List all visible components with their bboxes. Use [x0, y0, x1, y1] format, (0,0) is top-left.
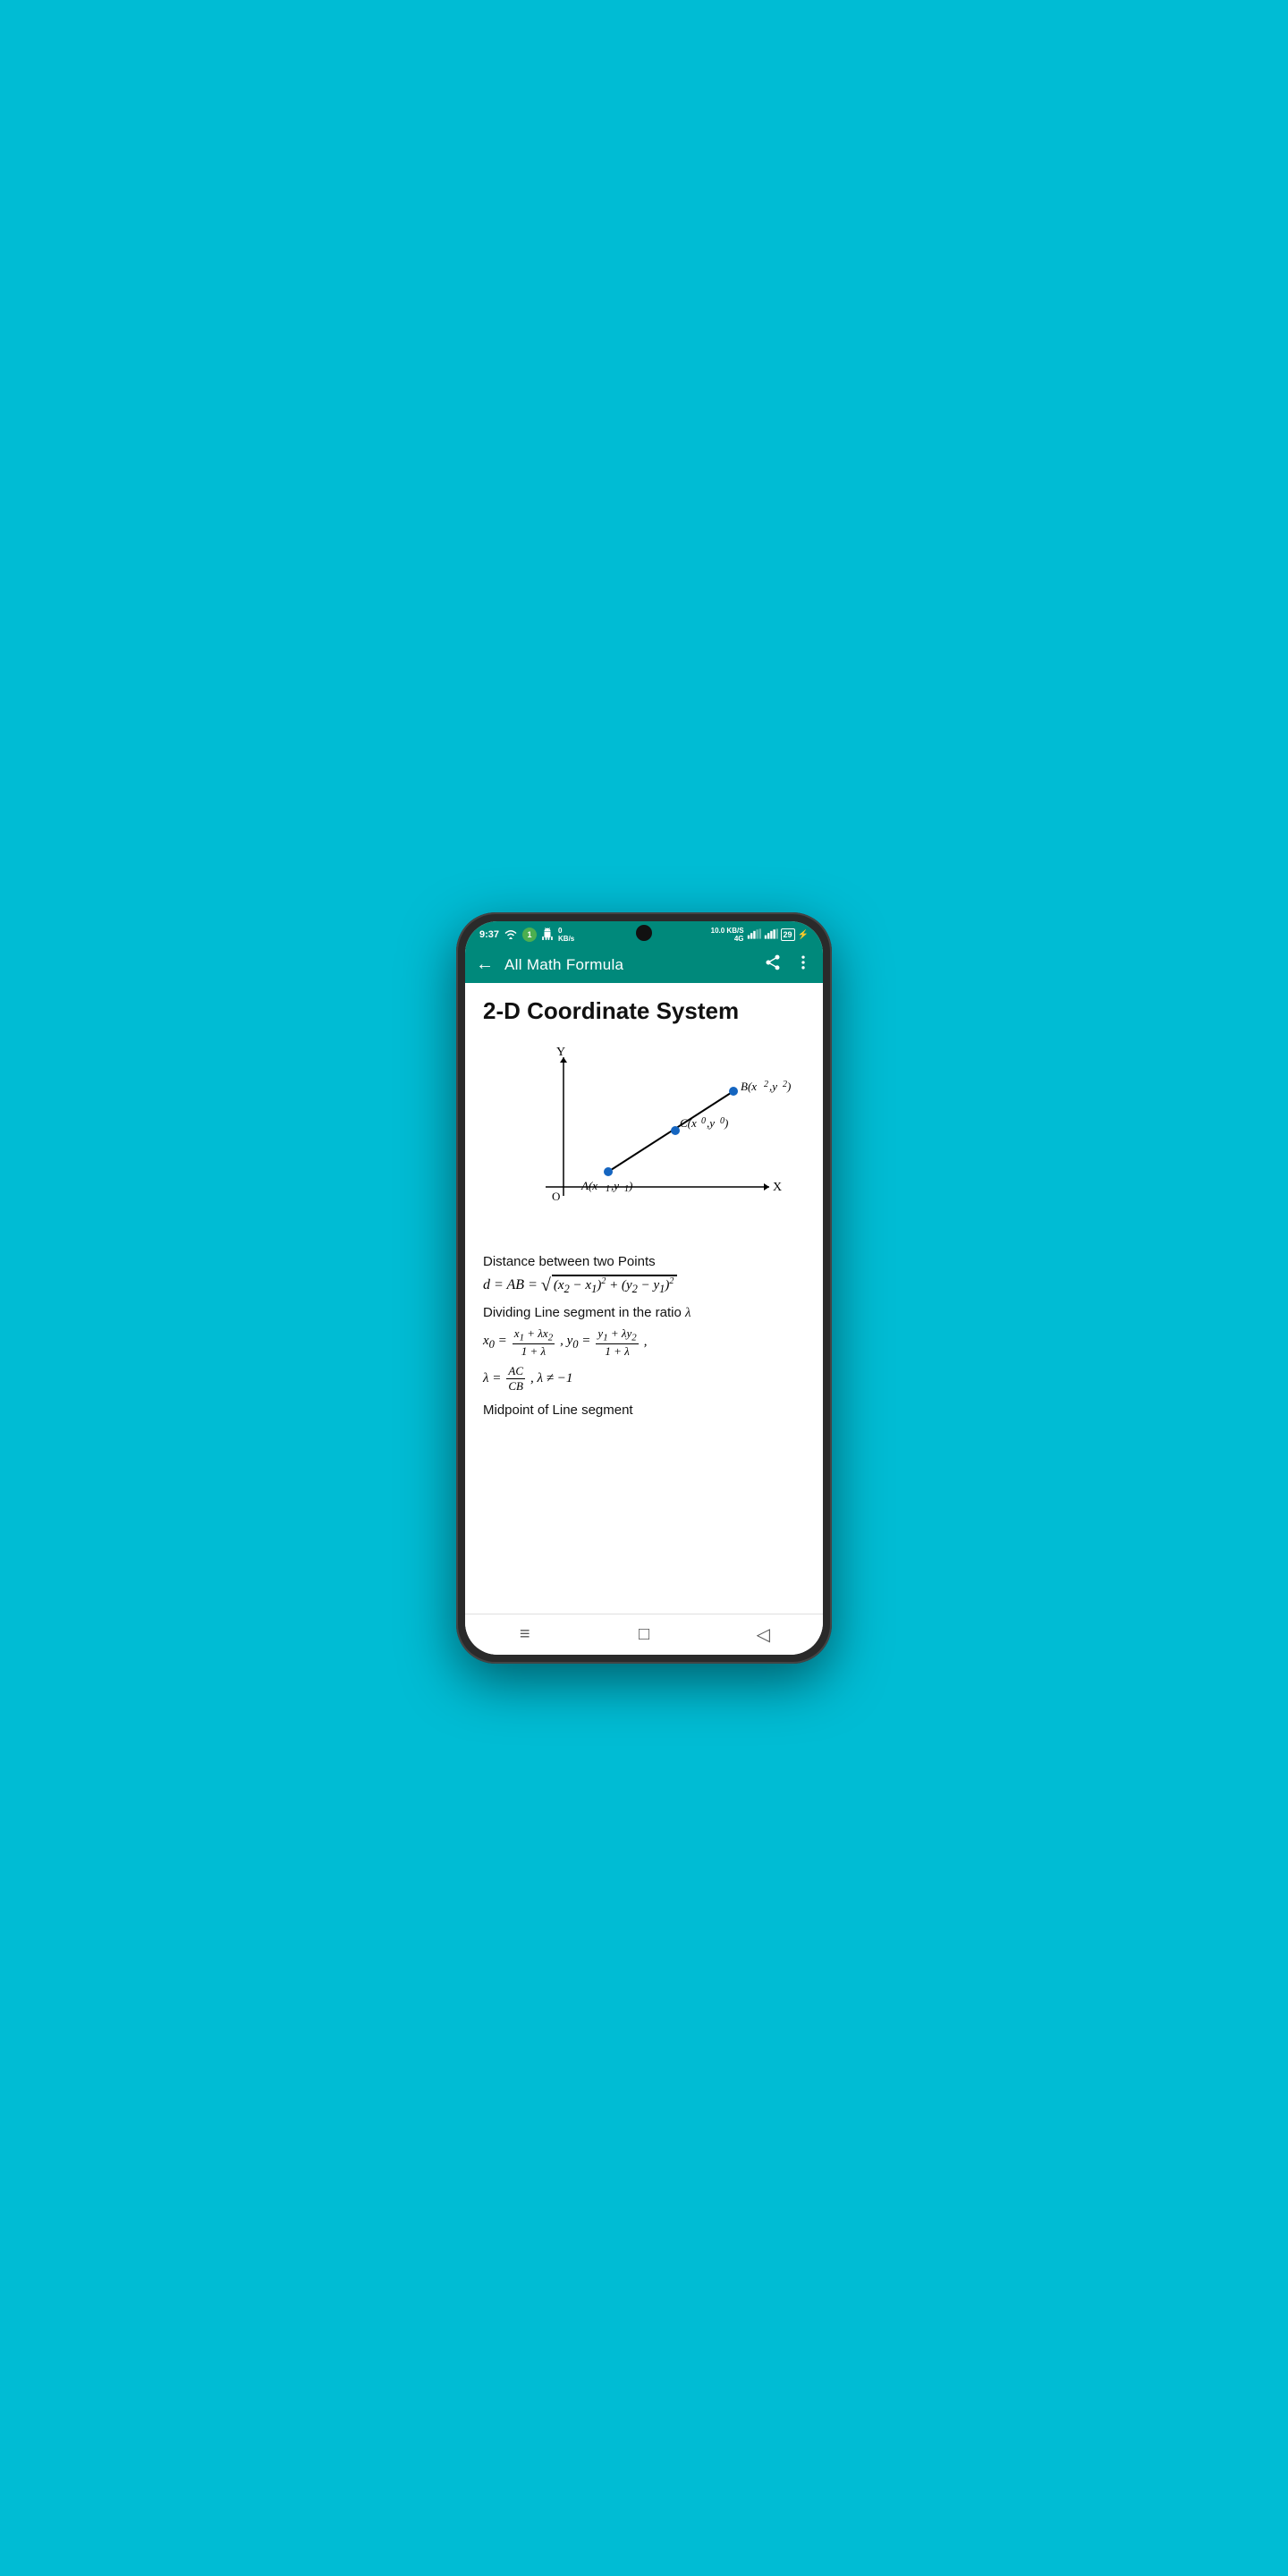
charging-icon: ⚡ [798, 930, 809, 940]
distance-formula: d = AB = √ (x2 − x1)2 + (y2 − y1)2 [483, 1275, 805, 1296]
battery-indicator: 29 [781, 928, 795, 941]
more-options-button[interactable] [794, 953, 812, 976]
svg-text:): ) [786, 1080, 791, 1093]
app-title: All Math Formula [504, 956, 753, 974]
svg-text:2: 2 [764, 1080, 768, 1089]
app-bar: ← All Math Formula [465, 946, 823, 983]
bottom-navigation: ≡ □ ◁ [465, 1614, 823, 1655]
share-button[interactable] [764, 953, 782, 976]
coordinate-diagram: Y X O A(x 1 ,y 1 ) [483, 1039, 805, 1236]
signal-bars-2 [764, 928, 778, 942]
signal-bars [747, 928, 761, 942]
svg-text:): ) [628, 1179, 632, 1192]
dividing-formula-1: x0 = x1 + λx2 1 + λ , y0 = y1 + λy2 1 + … [483, 1326, 805, 1359]
network-speed: 10.0 KB/S 4G [711, 927, 744, 943]
midpoint-title: Midpoint of Line segment [483, 1402, 805, 1418]
distance-section: Distance between two Points d = AB = √ (… [483, 1254, 805, 1296]
dividing-section: Dividing Line segment in the ratio λ x0 … [483, 1305, 805, 1394]
svg-text:X: X [773, 1181, 782, 1194]
svg-text:): ) [724, 1116, 728, 1130]
svg-text:O: O [552, 1190, 560, 1203]
svg-text:A(x: A(x [580, 1179, 597, 1192]
phone-screen: 9:37 1 0KB/s [465, 921, 823, 1655]
android-icon [541, 928, 554, 943]
status-bar: 9:37 1 0KB/s [465, 921, 823, 946]
notification-badge: 1 [522, 928, 537, 942]
svg-text:,y: ,y [769, 1080, 777, 1093]
data-speed: 0KB/s [558, 927, 574, 943]
svg-text:B(x: B(x [741, 1080, 757, 1093]
back-button[interactable]: ← [476, 954, 494, 975]
svg-text:0: 0 [701, 1116, 706, 1126]
status-left: 9:37 1 0KB/s [479, 927, 574, 943]
content-area: 2-D Coordinate System Y X [465, 983, 823, 1614]
nav-home-button[interactable]: □ [626, 1624, 662, 1645]
svg-text:Y: Y [556, 1046, 565, 1059]
svg-text:,y: ,y [611, 1179, 619, 1192]
time-display: 9:37 [479, 929, 499, 940]
phone-frame: 9:37 1 0KB/s [456, 912, 832, 1664]
midpoint-section: Midpoint of Line segment [483, 1402, 805, 1418]
svg-text:C(x: C(x [680, 1116, 697, 1130]
wifi-icon [504, 928, 518, 942]
svg-text:,y: ,y [707, 1116, 715, 1130]
svg-text:1: 1 [606, 1184, 610, 1194]
page-heading: 2-D Coordinate System [483, 997, 805, 1025]
nav-menu-button[interactable]: ≡ [507, 1624, 543, 1645]
status-right: 10.0 KB/S 4G [711, 927, 809, 943]
camera-notch [636, 925, 652, 941]
dividing-title: Dividing Line segment in the ratio λ [483, 1305, 805, 1321]
nav-back-button[interactable]: ◁ [745, 1623, 781, 1646]
dividing-formula-2: λ = AC CB , λ ≠ −1 [483, 1364, 805, 1394]
distance-title: Distance between two Points [483, 1254, 805, 1269]
app-bar-icons [764, 953, 812, 976]
